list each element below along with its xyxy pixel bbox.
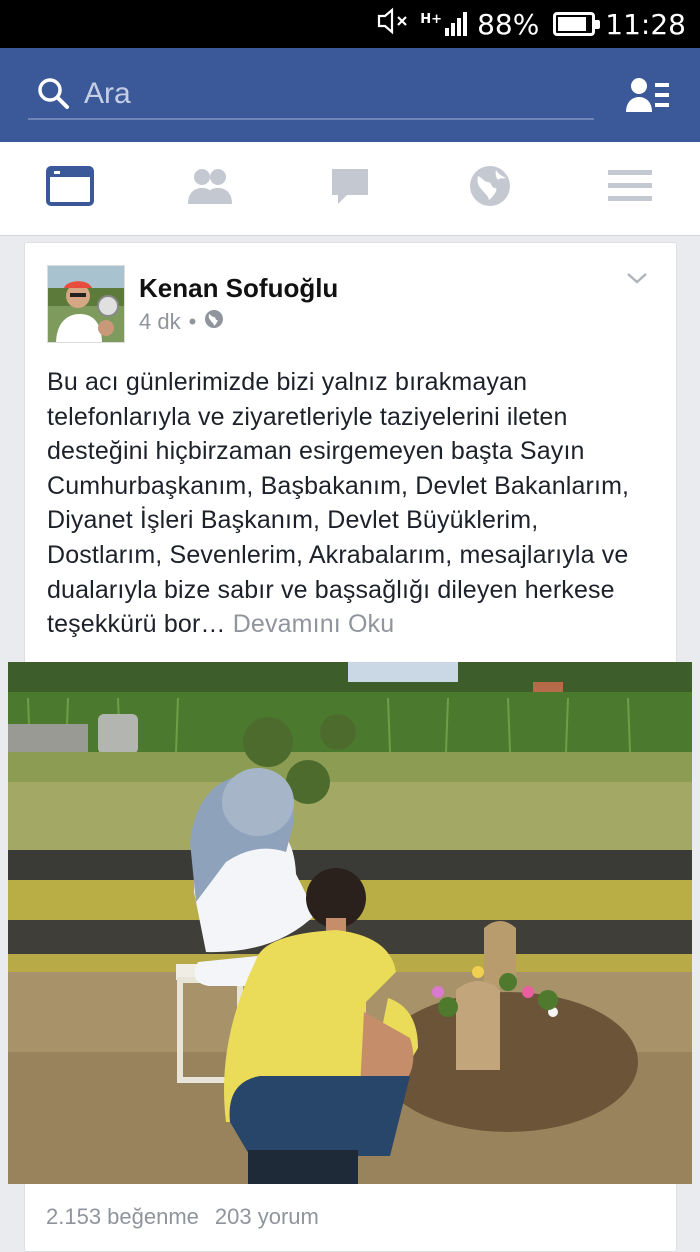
clock: 11:28	[605, 7, 686, 41]
globe-icon	[468, 164, 512, 213]
globe-icon	[204, 309, 224, 335]
post-text-container: Bu acı günlerimizde bizi yalnız bırakmay…	[47, 365, 657, 642]
like-count[interactable]: 2.153 beğenme	[46, 1204, 199, 1230]
tab-notifications[interactable]	[450, 159, 530, 219]
tab-more[interactable]	[590, 159, 670, 219]
post-meta: 4 dk •	[139, 309, 224, 335]
comment-count[interactable]: 203 yorum	[215, 1204, 319, 1230]
friends-icon	[185, 166, 235, 211]
post-stats: 2.153 beğenme 203 yorum	[46, 1204, 319, 1230]
battery-percent: 88%	[477, 7, 540, 41]
tab-news-feed[interactable]	[30, 159, 110, 219]
signal-bars-icon: H+	[420, 12, 468, 36]
post-photo[interactable]	[8, 662, 692, 1184]
network-label: H+	[420, 12, 443, 27]
search-icon[interactable]	[34, 74, 74, 114]
status-bar: H+ 88% 11:28	[0, 0, 700, 48]
tab-messages[interactable]	[310, 159, 390, 219]
search-bar[interactable]	[28, 70, 594, 120]
post-author[interactable]: Kenan Sofuoğlu	[139, 273, 338, 304]
post-time[interactable]: 4 dk	[139, 309, 181, 335]
app-header	[0, 48, 700, 142]
battery-icon	[553, 12, 601, 36]
see-more-link[interactable]: Devamını Oku	[233, 610, 395, 638]
tab-bar	[0, 142, 700, 236]
post-text: Bu acı günlerimizde bizi yalnız bırakmay…	[47, 368, 630, 639]
search-input[interactable]	[84, 77, 564, 111]
battery-fill	[558, 17, 587, 31]
messages-icon	[329, 166, 371, 211]
news-feed-icon	[46, 166, 94, 211]
tab-friends[interactable]	[170, 159, 250, 219]
menu-icon	[608, 168, 652, 209]
post-options-chevron-icon[interactable]	[624, 265, 650, 291]
speaker-muted-icon	[376, 7, 410, 42]
meta-separator: •	[188, 309, 197, 334]
friend-requests-icon[interactable]	[626, 76, 670, 116]
avatar[interactable]	[47, 265, 125, 343]
